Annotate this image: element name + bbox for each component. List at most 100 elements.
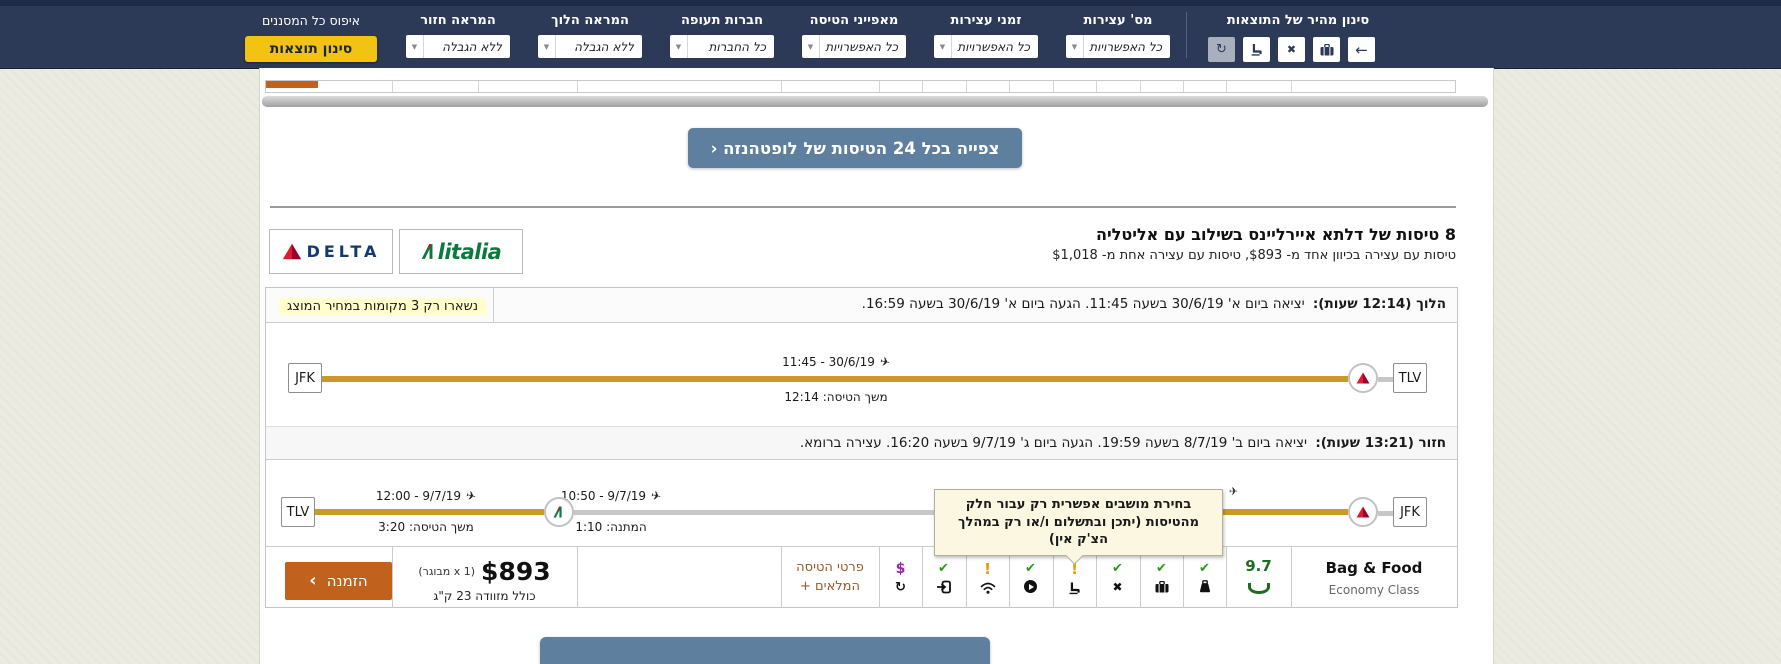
alitalia-a-icon — [421, 243, 437, 260]
chevron-left-icon: ‹ — [309, 569, 317, 591]
airline-group-subtitle: טיסות עם עצירה בכיוון אחד מ- $893, טיסות… — [1052, 248, 1456, 263]
section-divider — [270, 206, 1456, 208]
feature-checkin[interactable]: ✔ — [922, 547, 965, 608]
price-value: $893 — [481, 557, 551, 586]
filter-label-return-departure: המראה חזור — [420, 13, 496, 28]
chevron-down-icon: ▼ — [934, 35, 952, 58]
outbound-departure-select[interactable]: ▼ ללא הגבלה — [538, 35, 642, 58]
filter-label-num-stops: מס' עצירות — [1083, 13, 1153, 28]
horizontal-scrollbar[interactable] — [262, 96, 1488, 107]
back-arrow-icon: ← — [1355, 40, 1368, 59]
feature-meals[interactable]: ✔ ✖ — [1096, 547, 1139, 608]
airline-group-title: 8 טיסות של דלתא איירליינס בשילוב עם אליט… — [1095, 225, 1456, 244]
smile-icon — [1248, 583, 1270, 594]
filter-bar: איפוס כל המסננים סינון תוצאות המראה חזור… — [0, 0, 1781, 69]
previous-card-clipped-row — [265, 80, 1456, 93]
delta-triangle-icon — [282, 243, 302, 260]
return-label: חזור (13:21 שעות): — [1315, 435, 1446, 451]
chevron-down-icon: ▼ — [802, 35, 820, 58]
filter-label-airlines: חברות תעופה — [680, 13, 764, 28]
quick-filter-seat-button[interactable] — [1243, 37, 1270, 62]
quick-filter-exclude-button[interactable]: ✖ — [1278, 37, 1305, 62]
return-segment2-wait: המתנה: 1:10 — [575, 520, 647, 534]
refresh-icon: ↻ — [1216, 42, 1227, 57]
quick-filter-refresh-button[interactable]: ↻ — [1208, 37, 1235, 62]
quick-filter-back-button[interactable]: ← — [1348, 37, 1375, 62]
close-icon: ✖ — [1286, 43, 1297, 56]
return-route-row: TLV 12:00 - 9/7/19 ✈ משך הטיסה: 3:20 10:… — [266, 460, 1457, 546]
seat-icon — [1251, 43, 1262, 56]
fare-class: Economy Class — [1328, 583, 1420, 597]
airport-code-box: JFK — [288, 363, 322, 393]
return-summary: חזור (13:21 שעות): יציאה ביום ב' 8/7/19 … — [800, 435, 1446, 451]
cabin-bag-icon — [1155, 579, 1169, 594]
separator — [1186, 12, 1187, 58]
flight-segment-line — [315, 509, 544, 515]
alitalia-logo[interactable]: litalia — [399, 229, 523, 274]
alitalia-carrier-badge — [544, 497, 574, 527]
full-details-link[interactable]: פרטי הטיסה — [781, 560, 879, 575]
order-button[interactable]: ‹ הזמנה — [285, 562, 392, 600]
filter-label-stop-times: זמני עצירות — [950, 13, 1022, 28]
connector-line — [1378, 377, 1393, 382]
feature-refund[interactable]: $ ↻ — [879, 547, 922, 608]
feature-entertainment[interactable]: ✔ — [1009, 547, 1052, 608]
num-stops-select[interactable]: ▼ כל האפשרויות — [1066, 35, 1170, 58]
baggage-included-note: כולל מזוודה 23 ק"ג — [433, 589, 536, 603]
feature-wifi[interactable]: ! — [966, 547, 1009, 608]
outbound-segment-label: 11:45 - 30/6/19 ✈ — [782, 354, 892, 370]
delta-carrier-badge — [1348, 497, 1378, 527]
feature-cabin-bag[interactable]: ✔ — [1140, 547, 1183, 608]
outbound-label: הלוך (12:14 שעות): — [1312, 296, 1446, 312]
return-details: יציאה ביום ב' 8/7/19 בשעה 19:59. הגעה בי… — [799, 435, 1308, 451]
reset-all-filters-link[interactable]: איפוס כל המסננים — [231, 13, 391, 28]
outbound-header-row: הלוך (12:14 שעות): יציאה ביום א' 30/6/19… — [266, 288, 1457, 323]
return-segment1-label: 12:00 - 9/7/19 ✈ — [375, 488, 478, 504]
full-details-link[interactable]: המלאים + — [781, 579, 879, 594]
page: איפוס כל המסננים סינון תוצאות המראה חזור… — [0, 0, 1781, 664]
rating-score: 9.7 — [1245, 557, 1272, 575]
plane-icon: ✈ — [1229, 485, 1239, 498]
airlines-select[interactable]: ▼ כל החברות — [670, 35, 774, 58]
flight-features-select[interactable]: ▼ כל האפשרויות — [802, 35, 906, 58]
feature-baggage-weight[interactable]: ✔ — [1183, 547, 1226, 608]
alitalia-wordmark: litalia — [437, 239, 502, 264]
top-strip — [0, 0, 1781, 6]
quick-filter-title: סינון מהיר של התוצאות — [1226, 13, 1370, 28]
filter-label-flight-features: מאפייני הטיסה — [809, 13, 899, 28]
plane-icon: ✈ — [464, 488, 478, 504]
return-segment2-label: 10:50 - 9/7/19 ✈ — [560, 488, 663, 504]
baggage-weight-icon — [1199, 579, 1211, 594]
flight-segment-line — [322, 376, 1348, 382]
return-segment1-duration: משך הטיסה: 3:20 — [378, 520, 474, 534]
briefcase-icon — [1320, 43, 1334, 56]
filter-label-outbound-departure: המראה הלוך — [551, 13, 629, 28]
cell-separator — [493, 288, 494, 322]
outbound-details: יציאה ביום א' 30/6/19 בשעה 11:45. הגעה ב… — [861, 296, 1305, 312]
outbound-route-row: JFK 11:45 - 30/6/19 ✈ משך הטיסה: 12:14 T… — [266, 323, 1457, 426]
view-all-bottom-button-partial[interactable] — [540, 637, 990, 664]
clipped-order-button — [266, 81, 318, 88]
seats-left-note: נשארו רק 3 מקומות במחיר המוצג — [279, 298, 487, 315]
plane-icon: ✈ — [878, 354, 892, 370]
airport-code-box: TLV — [281, 497, 315, 527]
alitalia-a-icon — [553, 506, 562, 518]
chevron-down-icon: ▼ — [1066, 35, 1084, 58]
chevron-down-icon: ▼ — [406, 35, 424, 58]
outbound-summary: הלוך (12:14 שעות): יציאה ביום א' 30/6/19… — [862, 296, 1446, 312]
delta-triangle-icon — [1356, 372, 1370, 384]
chevron-down-icon: ▼ — [670, 35, 688, 58]
fare-name: Bag & Food — [1325, 559, 1423, 577]
return-departure-select[interactable]: ▼ ללא הגבלה — [406, 35, 510, 58]
quick-filter-baggage-button[interactable] — [1313, 37, 1340, 62]
seat-selection-tooltip: בחירת מושבים אפשרית רק עבור חלק מהטיסות … — [934, 489, 1223, 565]
price-summary-row: ‹ הזמנה $893 (1 x מבוגר) כולל מזוודה 23 … — [266, 546, 1457, 608]
stop-times-select[interactable]: ▼ כל האפשרויות — [934, 35, 1038, 58]
chevron-down-icon: ▼ — [538, 35, 556, 58]
view-all-lufthansa-button[interactable]: צפייה בכל 24 הטיסות של לופטהנזה ‹ — [688, 128, 1022, 168]
delta-logo[interactable]: DELTA — [269, 229, 393, 274]
return-header-row: חזור (13:21 שעות): יציאה ביום ב' 8/7/19 … — [266, 426, 1457, 460]
passenger-note: (1 x מבוגר) — [418, 565, 476, 578]
check-in-icon — [936, 579, 951, 594]
filter-results-button[interactable]: סינון תוצאות — [245, 36, 377, 62]
